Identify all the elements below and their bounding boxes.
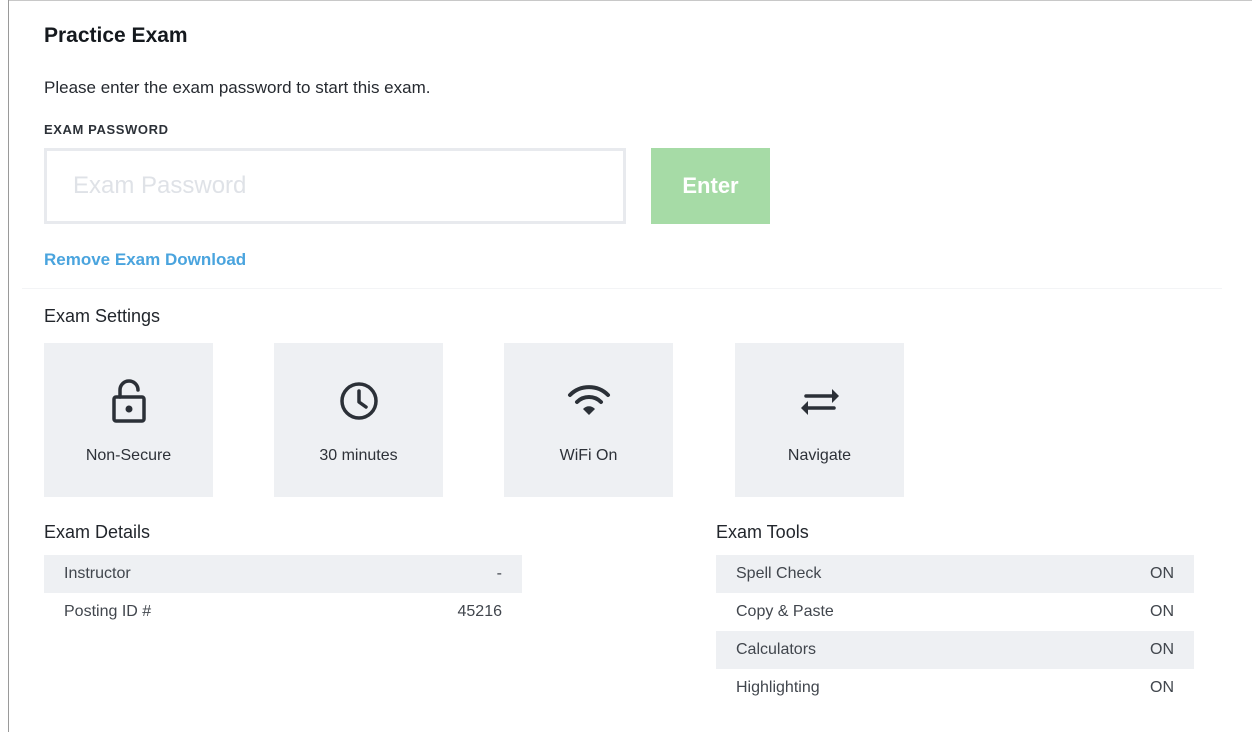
details-row-value: - <box>496 565 502 582</box>
unlock-icon <box>44 377 213 425</box>
wifi-icon <box>504 377 673 425</box>
instructions-text: Please enter the exam password to start … <box>44 78 431 97</box>
password-input[interactable] <box>44 148 626 224</box>
clock-icon <box>274 377 443 425</box>
tools-row-copy-paste: Copy & Paste ON <box>716 593 1194 631</box>
exam-tools-heading: Exam Tools <box>716 522 809 542</box>
setting-tile-security: Non-Secure <box>44 343 213 497</box>
tools-row-status: ON <box>1150 565 1174 582</box>
tools-row-status: ON <box>1150 641 1174 658</box>
exam-details-heading: Exam Details <box>44 522 151 542</box>
details-row-posting-id: Posting ID # 45216 <box>44 593 522 631</box>
tools-row-label: Copy & Paste <box>736 603 834 620</box>
tools-row-label: Calculators <box>736 641 817 658</box>
password-label: EXAM PASSWORD <box>44 122 169 137</box>
remove-exam-download-link[interactable]: Remove Exam Download <box>44 250 246 270</box>
details-row-label: Instructor <box>64 565 131 582</box>
swap-arrows-icon <box>735 377 904 425</box>
details-row-instructor: Instructor - <box>44 555 522 593</box>
setting-label-navigate: Navigate <box>787 447 852 464</box>
tools-row-spell-check: Spell Check ON <box>716 555 1194 593</box>
tools-row-highlighting: Highlighting ON <box>716 669 1194 707</box>
exam-settings-heading: Exam Settings <box>44 306 161 326</box>
enter-button[interactable]: Enter <box>651 148 770 224</box>
tools-row-calculators: Calculators ON <box>716 631 1194 669</box>
tools-row-label: Highlighting <box>736 679 820 696</box>
setting-label-wifi: WiFi On <box>559 447 618 464</box>
setting-tile-navigate: Navigate <box>735 343 904 497</box>
details-row-value: 45216 <box>457 603 503 620</box>
setting-tile-time: 30 minutes <box>274 343 443 497</box>
setting-tile-wifi: WiFi On <box>504 343 673 497</box>
tools-row-status: ON <box>1150 679 1174 696</box>
tools-row-label: Spell Check <box>736 565 822 582</box>
window-left-border <box>8 0 9 732</box>
window-top-border <box>8 0 1252 1</box>
section-divider <box>22 288 1222 289</box>
setting-label-security: Non-Secure <box>85 447 172 464</box>
page-title: Practice Exam <box>44 24 188 47</box>
tools-row-status: ON <box>1150 603 1174 620</box>
setting-label-time: 30 minutes <box>319 447 398 464</box>
details-row-label: Posting ID # <box>64 603 152 620</box>
